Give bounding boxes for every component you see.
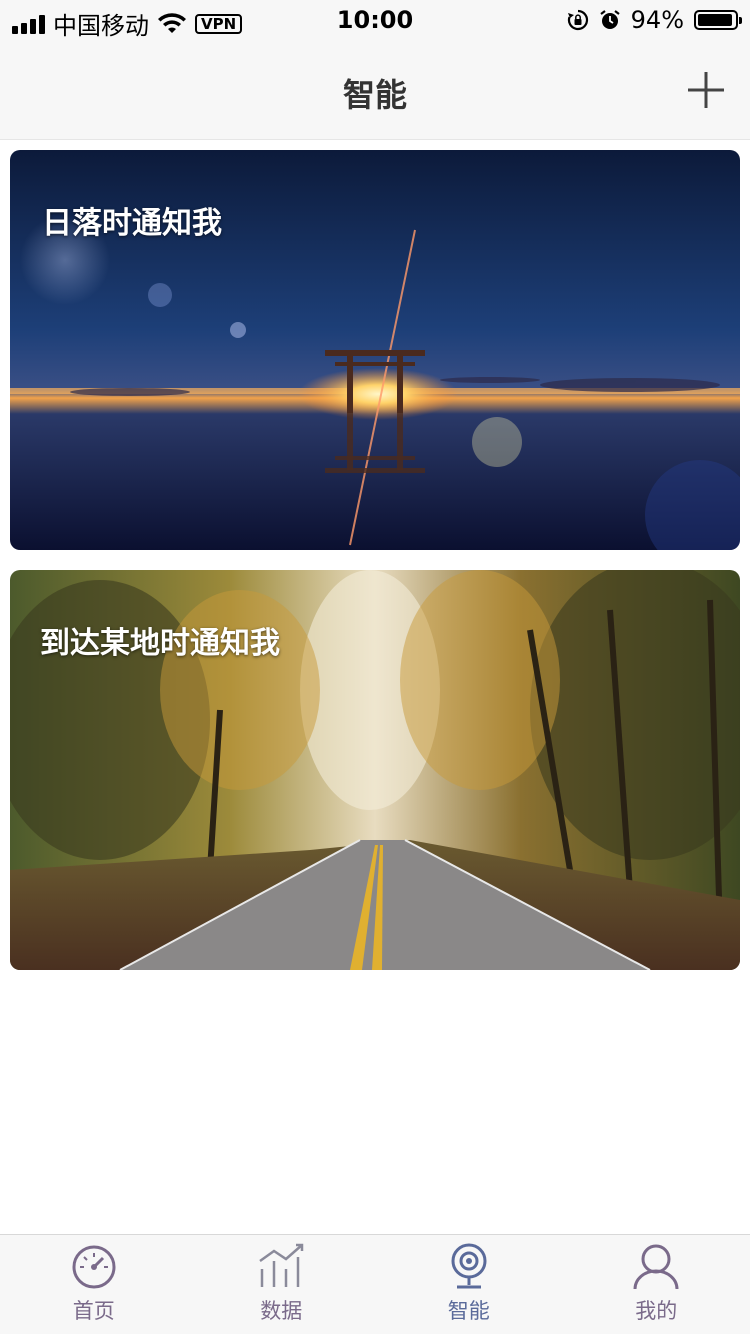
status-right: 94% — [567, 6, 742, 34]
page-title: 智能 — [342, 76, 407, 114]
card-label-sunset: 日落时通知我 — [42, 206, 222, 241]
battery-percent: 94% — [630, 6, 684, 34]
scene-card-sunset[interactable]: 日落时通知我 — [10, 150, 740, 550]
tab-data[interactable]: 数据 — [188, 1235, 376, 1334]
tab-bar: 首页 数据 智能 我的 — [0, 1234, 750, 1334]
tab-home[interactable]: 首页 — [0, 1235, 188, 1334]
scene-card-arrival[interactable]: 到达某地时通知我 — [10, 570, 740, 970]
card-label-arrival: 到达某地时通知我 — [40, 626, 280, 661]
rotation-lock-icon — [567, 9, 588, 31]
tab-mine[interactable]: 我的 — [563, 1235, 750, 1334]
navigation-bar: 智能 — [0, 40, 750, 140]
battery-icon — [694, 10, 742, 30]
tab-label-smart: 智能 — [447, 1299, 490, 1323]
tab-smart[interactable]: 智能 — [375, 1235, 563, 1334]
person-icon — [633, 1244, 679, 1290]
status-bar: 中国移动 VPN 10:00 94% — [0, 0, 750, 40]
plus-icon[interactable] — [686, 70, 726, 110]
tab-label-data: 数据 — [260, 1299, 303, 1323]
tab-label-home: 首页 — [72, 1299, 115, 1323]
bar-trend-icon — [259, 1243, 304, 1287]
tab-label-mine: 我的 — [635, 1299, 678, 1323]
alarm-icon — [599, 10, 620, 29]
webcam-icon — [451, 1243, 487, 1289]
speedometer-icon — [72, 1245, 116, 1289]
